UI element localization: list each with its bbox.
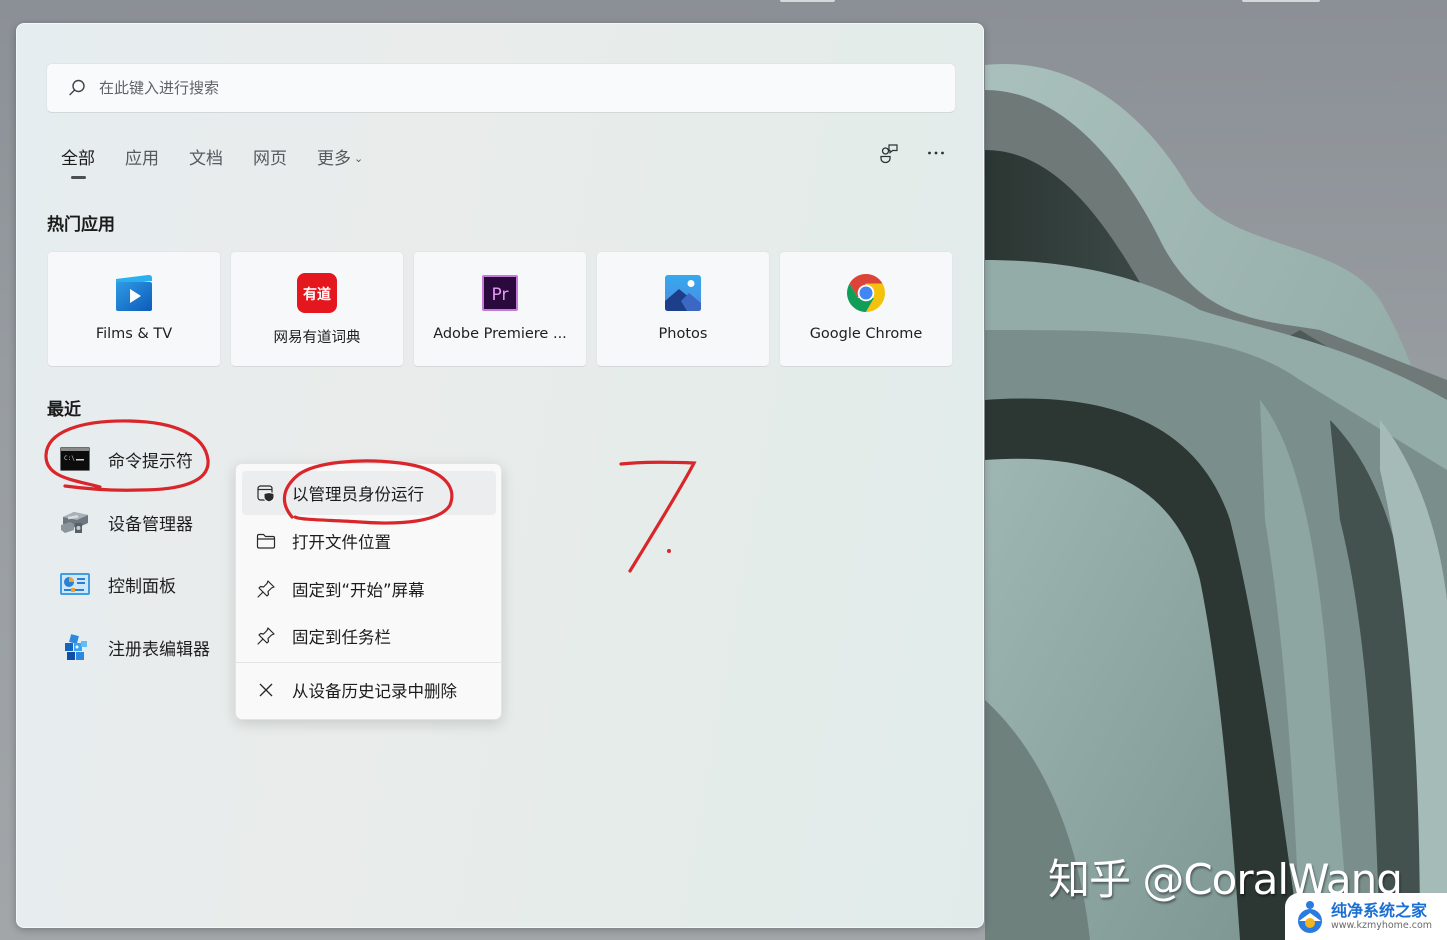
recent-item-device-manager[interactable]: 设备管理器 [59,502,239,542]
top-apps-grid: Films & TV 有道 网易有道词典 Pr Adobe Premiere .… [47,251,953,367]
tab-documents-label: 文档 [189,149,223,169]
menu-item-run-as-admin[interactable]: 以管理员身份运行 [242,471,496,515]
recent-heading: 最近 [47,400,81,420]
recent-item-label: 设备管理器 [108,514,193,535]
desktop-icon-label [1242,0,1320,2]
search-filter-tabs: 全部 应用 文档 网页 更多 ⌄ [61,144,393,179]
app-tile-label: 网易有道词典 [273,330,361,346]
search-input[interactable] [99,79,899,97]
youdao-dict-icon: 有道 [297,273,337,313]
registry-editor-icon [59,631,91,663]
context-menu: 以管理员身份运行 打开文件位置 固定到“开始”屏幕 固定到任务栏 从设备历史记录… [235,463,502,720]
app-tile-label: Adobe Premiere ... [433,326,567,342]
recent-item-label: 控制面板 [108,576,176,597]
more-options-button[interactable] [925,142,947,164]
top-apps-heading: 热门应用 [47,215,115,235]
app-tile-youdao-dict[interactable]: 有道 网易有道词典 [230,251,404,367]
photos-icon [665,275,701,311]
films-tv-icon [116,274,152,311]
premiere-icon-text: Pr [492,285,509,305]
menu-item-pin-to-start[interactable]: 固定到“开始”屏幕 [242,567,496,611]
app-tile-label: Films & TV [95,326,173,342]
tab-more-label: 更多 [317,149,351,169]
menu-item-open-file-location[interactable]: 打开文件位置 [242,519,496,563]
site-url: www.kzmyhome.com [1331,919,1433,931]
svg-text:C:\: C:\ [64,455,75,462]
chevron-down-icon: ⌄ [354,152,364,165]
pin-icon [255,625,277,647]
tab-documents[interactable]: 文档 [189,144,223,174]
site-badge: 纯净系统之家 www.kzmyhome.com [1285,893,1447,940]
menu-item-label: 固定到任务栏 [292,628,391,647]
tab-apps-label: 应用 [125,149,159,169]
tab-apps[interactable]: 应用 [125,144,159,174]
tab-more[interactable]: 更多 ⌄ [317,144,363,174]
account-feedback-icon [880,144,898,164]
recent-item-command-prompt[interactable]: C:\ 命令提示符 [59,439,239,479]
app-tile-films-tv[interactable]: Films & TV [47,251,221,367]
desktop-icon-label [780,0,835,2]
chrome-icon [847,274,885,312]
tab-all-label: 全部 [61,149,95,169]
app-tile-photos[interactable]: Photos [596,251,770,367]
device-manager-icon [59,506,91,538]
close-x-icon [255,679,277,701]
tab-web[interactable]: 网页 [253,144,287,174]
site-logo-icon [1298,900,1322,933]
search-icon [69,79,85,96]
header-actions [879,142,947,164]
tab-all[interactable]: 全部 [61,144,95,179]
site-name: 纯净系统之家 [1331,900,1428,920]
adobe-premiere-icon: Pr [482,275,518,311]
menu-separator [236,662,501,663]
menu-item-label: 打开文件位置 [292,533,391,552]
app-tile-google-chrome[interactable]: Google Chrome [779,251,953,367]
recent-item-label: 命令提示符 [108,451,193,472]
command-prompt-icon: C:\ [59,443,91,475]
account-feedback-button[interactable] [879,142,901,164]
menu-item-pin-to-taskbar[interactable]: 固定到任务栏 [242,614,496,658]
tab-web-label: 网页 [253,149,287,169]
app-tile-label: Google Chrome [809,326,923,342]
more-options-icon [928,151,944,155]
menu-item-remove-from-history[interactable]: 从设备历史记录中删除 [242,668,496,712]
menu-item-label: 以管理员身份运行 [292,485,424,504]
menu-item-label: 从设备历史记录中删除 [292,682,457,701]
recent-item-control-panel[interactable]: 控制面板 [59,564,239,604]
app-tile-label: Photos [658,326,708,342]
control-panel-icon [59,568,91,600]
recent-item-registry-editor[interactable]: 注册表编辑器 [59,627,239,667]
folder-icon [255,530,277,552]
menu-item-label: 固定到“开始”屏幕 [292,581,425,600]
run-as-admin-shield-icon [255,482,277,504]
youdao-icon-text: 有道 [303,286,331,303]
search-box[interactable] [46,63,956,113]
pin-icon [255,578,277,600]
app-tile-adobe-premiere[interactable]: Pr Adobe Premiere ... [413,251,587,367]
recent-item-label: 注册表编辑器 [108,639,210,660]
